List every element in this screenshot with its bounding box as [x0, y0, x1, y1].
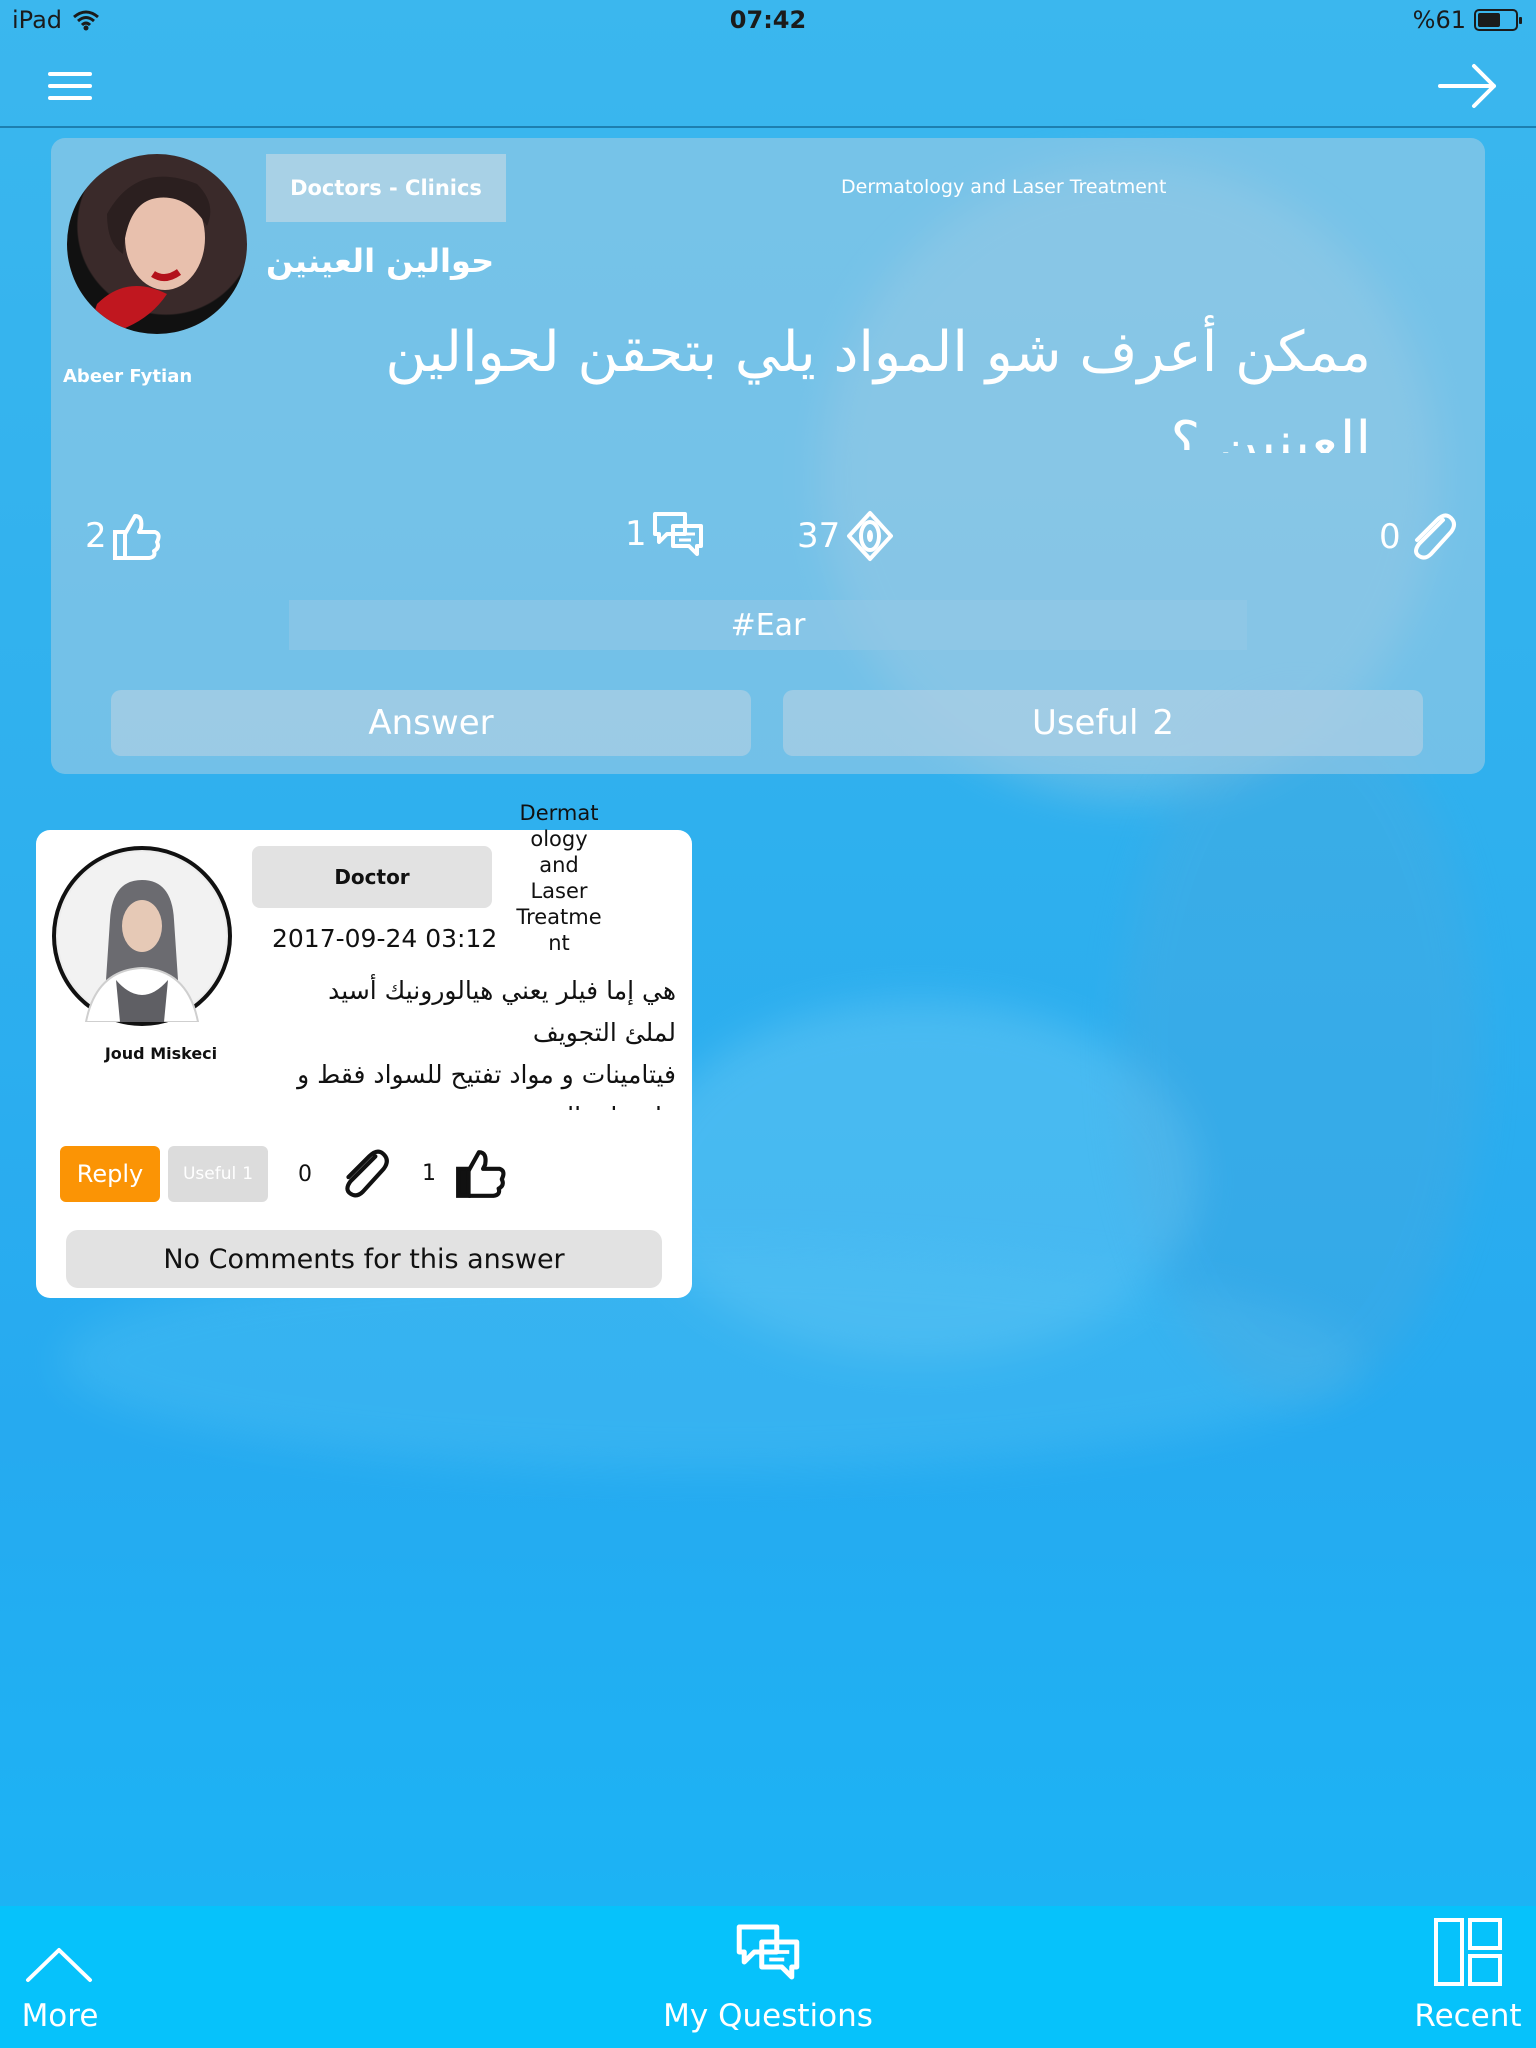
answer-likes-count: 1 [422, 1160, 436, 1186]
dashboard-layout-icon [1434, 1918, 1502, 1986]
question-author-name[interactable]: Abeer Fytian [63, 366, 192, 387]
status-right: %61 [1412, 6, 1522, 34]
status-time: 07:42 [729, 6, 807, 34]
useful-label: Useful [1031, 703, 1139, 743]
attachments-count: 0 [1379, 517, 1401, 557]
paperclip-icon [1413, 513, 1456, 560]
tab-my-questions[interactable]: My Questions [618, 1906, 918, 2048]
avatar-portrait [87, 176, 211, 334]
answer-date: 2017-09-24 03:12 [272, 924, 498, 953]
tab-more[interactable]: More [0, 1906, 120, 2048]
views-count: 37 [797, 516, 841, 556]
answer-button[interactable]: Answer [111, 690, 751, 756]
question-title: حوالين العينين [266, 242, 495, 280]
chat-bubbles-icon [736, 1924, 800, 1980]
question-card: Abeer Fytian Doctors - Clinics Dermatolo… [51, 138, 1485, 774]
category-badge[interactable]: Doctors - Clinics [266, 154, 506, 222]
tab-recent[interactable]: Recent [1400, 1906, 1536, 2048]
reply-button[interactable]: Reply [60, 1146, 160, 1202]
answer-card: Joud Miskeci Doctor Dermat ology and Las… [36, 801, 692, 1298]
tab-my-questions-label: My Questions [663, 1998, 873, 2034]
tag-ear[interactable]: #Ear [289, 600, 1247, 650]
useful-count: 2 [1152, 703, 1175, 743]
answer-likes-stat[interactable]: 1 [422, 1146, 508, 1200]
hamburger-menu-icon[interactable] [40, 66, 100, 106]
avatar-portrait [58, 852, 226, 1023]
answer-body: هي إما فيلر يعني هيالورونيك أسيد لملئ ال… [297, 976, 676, 1110]
chevron-up-icon [26, 1948, 92, 1982]
useful-button[interactable]: Useful 2 [783, 690, 1423, 756]
answer-attachments-count: 0 [298, 1161, 312, 1187]
answer-specialty: Dermat ology and Laser Treatme nt [516, 801, 602, 955]
answers-count: 1 [625, 514, 647, 554]
answer-attachments-stat[interactable]: 0 [298, 1146, 392, 1202]
bottom-tab-bar: More My Questions Recent [0, 1906, 1536, 2048]
answer-useful-label: Useful [182, 1164, 237, 1184]
tab-more-label: More [21, 1998, 99, 2034]
answer-author-avatar[interactable] [52, 846, 232, 1026]
question-author-avatar[interactable] [67, 154, 247, 334]
answer-useful-button[interactable]: Useful 1 [168, 1146, 268, 1202]
subcategory-label: Dermatology and Laser Treatment [841, 176, 1167, 198]
background-photo-blur [1120, 700, 1480, 1400]
attachments-stat[interactable]: 0 [1379, 510, 1459, 564]
tab-recent-label: Recent [1414, 1998, 1522, 2034]
arrow-right-icon[interactable] [1436, 58, 1500, 114]
question-body: ممكن أعرف شو المواد يلي بتحقن لحوالين ال… [385, 320, 1371, 453]
answer-author-name[interactable]: Joud Miskeci [36, 1044, 286, 1063]
likes-count: 2 [85, 516, 107, 556]
views-stat: 37 [797, 510, 896, 562]
answers-stat[interactable]: 1 [625, 510, 705, 558]
battery-fill [1478, 13, 1500, 27]
battery-percent: %61 [1412, 6, 1466, 34]
answer-useful-count: 1 [242, 1164, 254, 1184]
battery-icon [1474, 9, 1522, 31]
chat-bubbles-icon [652, 512, 703, 556]
thumbs-up-icon [456, 1150, 506, 1198]
paperclip-icon [345, 1149, 389, 1198]
status-bar: iPad 07:42 %61 [0, 0, 1536, 42]
navigation-bar [0, 42, 1536, 128]
thumbs-up-icon [112, 514, 161, 560]
eye-icon [847, 511, 894, 561]
no-comments-bar: No Comments for this answer [66, 1230, 662, 1288]
role-badge: Doctor [252, 846, 492, 908]
likes-stat[interactable]: 2 [85, 510, 163, 562]
